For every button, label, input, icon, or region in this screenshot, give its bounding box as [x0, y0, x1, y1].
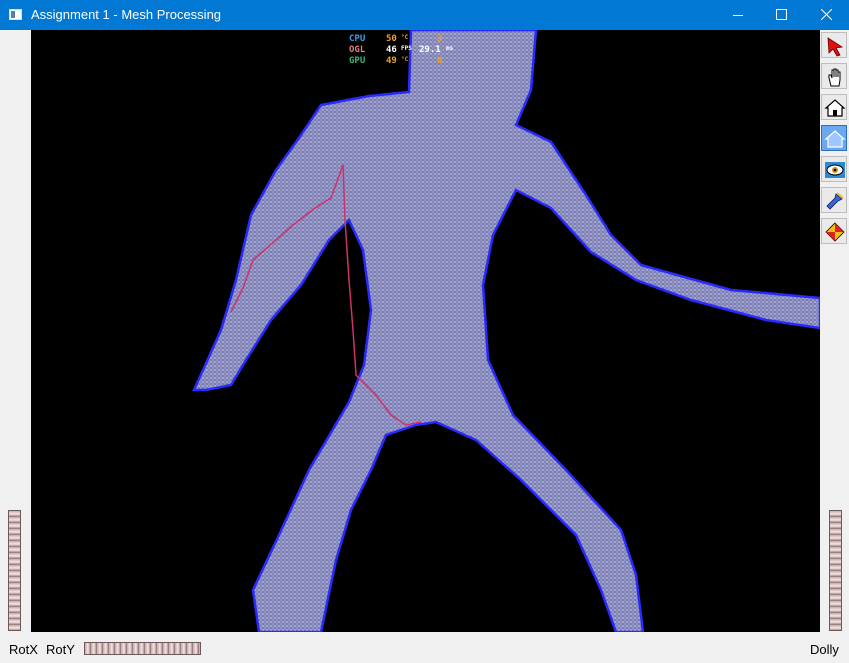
roty-wheel[interactable] — [84, 642, 201, 655]
tool-draw-style-button[interactable] — [821, 218, 847, 244]
app-icon — [9, 9, 22, 20]
title-bar: Assignment 1 - Mesh Processing — [0, 0, 849, 30]
mesh-body — [192, 30, 820, 632]
rotx-wheel[interactable] — [8, 510, 21, 631]
tool-select-button[interactable] — [821, 32, 847, 58]
close-icon — [821, 9, 832, 20]
tool-view-all-button[interactable] — [821, 156, 847, 182]
stats-unit: °C — [401, 34, 409, 41]
stats-extra: 3 — [437, 34, 443, 44]
roty-label: RotY — [46, 642, 75, 657]
stats-extra: 0 — [437, 56, 443, 66]
arrow-cursor-icon — [827, 37, 844, 57]
tool-set-home-button[interactable] — [821, 125, 847, 151]
stats-value: 50 — [386, 34, 397, 44]
stats-label: OGL — [349, 45, 366, 55]
dolly-label: Dolly — [810, 642, 839, 657]
stats-label: GPU — [349, 56, 366, 66]
tool-seek-button[interactable] — [821, 187, 847, 213]
maximize-button[interactable] — [758, 0, 804, 30]
window-title: Assignment 1 - Mesh Processing — [31, 7, 222, 22]
flashlight-icon — [826, 192, 844, 210]
dolly-wheel[interactable] — [829, 510, 842, 631]
stats-unit: °C — [401, 56, 409, 63]
eye-icon — [825, 162, 845, 178]
home-outline-icon — [824, 130, 846, 148]
minimize-button[interactable] — [715, 0, 761, 30]
rotx-label: RotX — [9, 642, 38, 657]
tool-home-button[interactable] — [821, 94, 847, 120]
close-button[interactable] — [803, 0, 849, 30]
stats-extra: 29.1 — [419, 45, 441, 55]
stats-extra-unit: ms — [446, 45, 454, 52]
stats-value: 46 — [386, 45, 397, 55]
shading-cube-icon — [825, 222, 845, 242]
mesh-viewport[interactable] — [31, 30, 820, 632]
stats-unit: FPS — [401, 45, 412, 52]
hand-icon — [828, 68, 841, 87]
tool-pan-button[interactable] — [821, 63, 847, 89]
stats-value: 49 — [386, 56, 397, 66]
stats-label: CPU — [349, 34, 366, 44]
home-icon — [824, 99, 846, 117]
mesh-render — [192, 30, 820, 632]
